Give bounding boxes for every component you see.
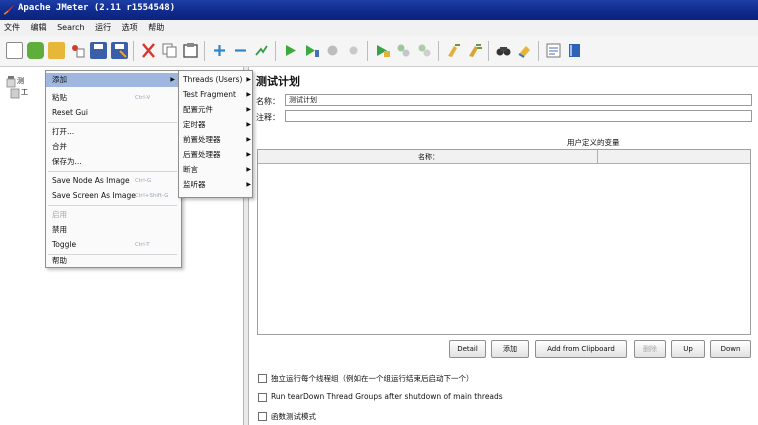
menu-item-add[interactable]: 添加 ▶ xyxy=(46,73,179,87)
serialize-threadgroups-label: 独立运行每个线程组（例如在一个组运行结束后启动下一个） xyxy=(271,374,474,383)
col-name-header: 名称： xyxy=(418,153,439,161)
submenu-arrow-icon: ▶ xyxy=(246,136,251,143)
expand-icon[interactable] xyxy=(211,42,228,59)
window-title: Apache JMeter (2.11 r1554548) xyxy=(18,3,176,13)
stop-icon[interactable] xyxy=(324,42,341,59)
up-button[interactable]: Up xyxy=(671,340,705,358)
name-field[interactable]: 测试计划 xyxy=(285,94,752,106)
submenu-arrow-icon: ▶ xyxy=(246,181,251,188)
templates-icon[interactable] xyxy=(27,42,44,59)
function-helper-icon[interactable] xyxy=(545,42,562,59)
menu-item-paste[interactable]: 粘贴 Ctrl-V xyxy=(46,91,179,105)
clear-all-icon[interactable] xyxy=(466,42,483,59)
serialize-threadgroups-checkbox[interactable] xyxy=(258,374,267,383)
copy-icon[interactable] xyxy=(161,42,178,59)
start-icon[interactable] xyxy=(282,42,299,59)
add-from-clipboard-button[interactable]: Add from Clipboard xyxy=(535,340,627,358)
menu-item-help[interactable]: 帮助 xyxy=(46,254,179,268)
menu-edit[interactable]: 编辑 xyxy=(27,20,51,35)
menu-item-save-node-image[interactable]: Save Node As Image Ctrl-G xyxy=(46,174,179,188)
submenu-item-pre-processor[interactable]: 前置处理器 ▶ xyxy=(179,133,251,147)
start-no-pauses-icon[interactable] xyxy=(303,42,320,59)
save-icon[interactable] xyxy=(90,42,107,59)
submenu-arrow-icon: ▶ xyxy=(170,76,175,83)
menu-item-reset-gui[interactable]: Reset Gui xyxy=(46,106,179,120)
help-book-icon[interactable] xyxy=(566,42,583,59)
open-folder-icon[interactable] xyxy=(48,42,65,59)
remote-exit-icon[interactable] xyxy=(416,42,433,59)
submenu-item-threads[interactable]: Threads (Users) ▶ xyxy=(179,73,251,87)
table-header: 名称： xyxy=(258,150,750,164)
save-as-icon[interactable] xyxy=(111,42,128,59)
submenu-item-post-processor[interactable]: 后置处理器 ▶ xyxy=(179,148,251,162)
menu-item-enable[interactable]: 启用 xyxy=(46,208,179,222)
submenu-arrow-icon: ▶ xyxy=(246,166,251,173)
menu-bar: 文件 编辑 Search 运行 选项 帮助 xyxy=(0,20,758,37)
variables-table[interactable]: 名称： xyxy=(257,149,751,335)
shutdown-icon[interactable] xyxy=(345,42,362,59)
comment-label: 注释： xyxy=(256,113,280,122)
menu-options[interactable]: 选项 xyxy=(118,20,142,35)
cut-icon[interactable] xyxy=(140,42,157,59)
submenu-arrow-icon: ▶ xyxy=(246,106,251,113)
close-icon[interactable] xyxy=(69,42,86,59)
menu-search[interactable]: Search xyxy=(53,20,88,35)
panel-title: 测试计划 xyxy=(256,75,300,88)
toolbar xyxy=(0,36,758,67)
context-menu: 添加 ▶ 粘贴 Ctrl-V Reset Gui 打开... 合并 保存为... S… xyxy=(45,70,182,268)
toggle-icon[interactable] xyxy=(253,42,270,59)
search-binoculars-icon[interactable] xyxy=(495,42,512,59)
workbench-node-icon xyxy=(10,88,20,99)
functional-mode-checkbox[interactable] xyxy=(258,412,267,421)
submenu-arrow-icon: ▶ xyxy=(246,91,251,98)
remote-start-icon[interactable] xyxy=(374,42,391,59)
menu-file[interactable]: 文件 xyxy=(0,20,24,35)
menu-item-save-as[interactable]: 保存为... xyxy=(46,155,179,169)
menu-item-merge[interactable]: 合并 xyxy=(46,140,179,154)
comment-field[interactable] xyxy=(285,110,752,122)
menu-item-save-screen-image[interactable]: Save Screen As Image Ctrl+Shift-G xyxy=(46,189,179,203)
add-submenu: Threads (Users) ▶ Test Fragment ▶ 配置元件 ▶ 定时… xyxy=(178,70,253,198)
tree-child-label[interactable]: 工 xyxy=(21,87,28,97)
submenu-arrow-icon: ▶ xyxy=(246,151,251,158)
tree-root-label[interactable]: 测 xyxy=(17,76,24,86)
menu-help[interactable]: 帮助 xyxy=(144,20,168,35)
submenu-item-listener[interactable]: 监听器 ▶ xyxy=(179,178,251,192)
remote-stop-icon[interactable] xyxy=(395,42,412,59)
column-divider xyxy=(597,150,598,163)
submenu-item-config-element[interactable]: 配置元件 ▶ xyxy=(179,103,251,117)
teardown-checkbox[interactable] xyxy=(258,393,267,402)
name-label: 名称： xyxy=(256,97,280,106)
detail-button[interactable]: Detail xyxy=(449,340,486,358)
clear-icon[interactable] xyxy=(445,42,462,59)
title-bar: Apache JMeter (2.11 r1554548) xyxy=(0,0,758,20)
submenu-arrow-icon: ▶ xyxy=(246,76,251,83)
collapse-icon[interactable] xyxy=(232,42,249,59)
submenu-item-timer[interactable]: 定时器 ▶ xyxy=(179,118,251,132)
paste-icon[interactable] xyxy=(182,42,199,59)
menu-run[interactable]: 运行 xyxy=(91,20,115,35)
teardown-label: Run tearDown Thread Groups after shutdow… xyxy=(271,392,503,401)
functional-mode-label: 函数测试模式 xyxy=(271,412,316,421)
delete-button[interactable]: 删除 xyxy=(634,340,666,358)
submenu-arrow-icon: ▶ xyxy=(246,121,251,128)
add-button[interactable]: 添加 xyxy=(491,340,529,358)
new-icon[interactable] xyxy=(6,42,23,59)
submenu-item-test-fragment[interactable]: Test Fragment ▶ xyxy=(179,88,251,102)
menu-item-disable[interactable]: 禁用 xyxy=(46,223,179,237)
jmeter-feather-icon xyxy=(3,5,14,15)
variables-title: 用户定义的变量 xyxy=(567,138,620,147)
reset-search-icon[interactable] xyxy=(516,42,533,59)
down-button[interactable]: Down xyxy=(710,340,751,358)
submenu-item-assertion[interactable]: 断言 ▶ xyxy=(179,163,251,177)
menu-item-toggle[interactable]: Toggle Ctrl-T xyxy=(46,238,179,252)
menu-item-open[interactable]: 打开... xyxy=(46,125,179,139)
